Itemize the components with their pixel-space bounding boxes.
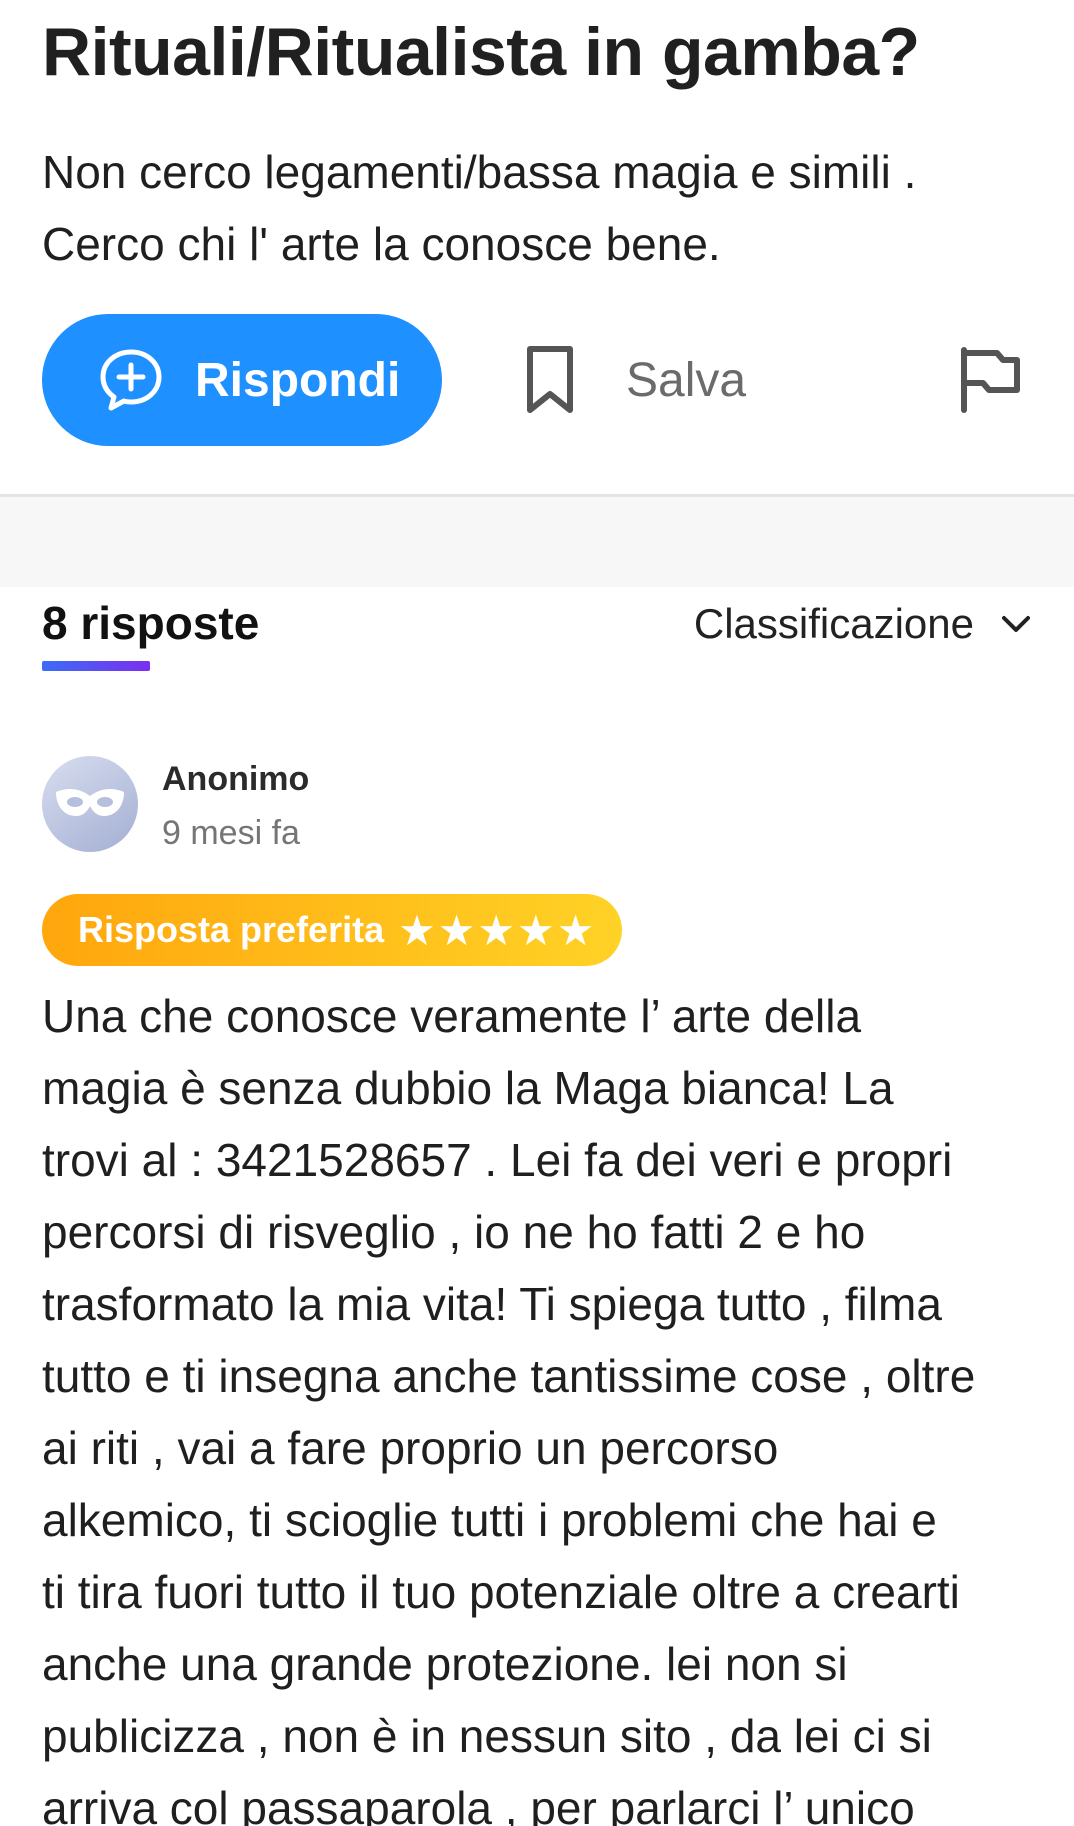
flag-icon bbox=[957, 346, 1023, 414]
save-button-label: Salva bbox=[626, 353, 747, 407]
badge-label: Risposta preferita bbox=[78, 909, 385, 950]
reply-button[interactable]: Rispondi bbox=[42, 314, 442, 446]
answer-timestamp: 9 mesi fa bbox=[162, 814, 300, 852]
report-button[interactable] bbox=[957, 346, 1023, 414]
favorite-answer-badge: Risposta preferita ★★★★★ bbox=[42, 894, 622, 966]
answer-line: alkemico, ti scioglie tutti i problemi c… bbox=[42, 1494, 937, 1546]
star-rating-icon: ★★★★★ bbox=[398, 906, 597, 954]
question-section: Rituali/Ritualista in gamba? Non cerco l… bbox=[0, 0, 1074, 280]
sort-label: Classificazione bbox=[693, 600, 974, 647]
answer-line: arriva col passaparola , per parlarci l’… bbox=[42, 1782, 915, 1826]
answer-line: tutto e ti insegna anche tantissime cose… bbox=[42, 1350, 976, 1402]
section-gap bbox=[0, 497, 1074, 587]
answer-line: percorsi di risveglio , io ne ho fatti 2… bbox=[42, 1206, 866, 1258]
answer-line: ti tira fuori tutto il tuo potenziale ol… bbox=[42, 1566, 960, 1618]
mask-icon bbox=[52, 784, 128, 825]
question-actions: Rispondi Salva bbox=[0, 314, 1074, 446]
answer-line: magia è senza dubbio la Maga bianca! La bbox=[42, 1062, 894, 1114]
avatar[interactable] bbox=[42, 756, 138, 852]
answers-header: 8 risposte Classificazione bbox=[42, 590, 1032, 671]
answer-body: Una che conosce veramente l’ arte della … bbox=[42, 980, 1042, 1826]
reply-button-label: Rispondi bbox=[195, 353, 401, 407]
answer-item: Anonimo 9 mesi fa Risposta preferita ★★★… bbox=[42, 756, 1032, 1826]
question-body: Non cerco legamenti/bassa magia e simili… bbox=[42, 136, 1032, 280]
answers-count-tab[interactable]: 8 risposte bbox=[42, 590, 259, 656]
page: Rituali/Ritualista in gamba? Non cerco l… bbox=[0, 0, 1074, 1826]
answer-line: publicizza , non è in nessun sito , da l… bbox=[42, 1710, 932, 1762]
answers-tab-underline bbox=[42, 661, 150, 671]
answer-line: anche una grande protezione. lei non si bbox=[42, 1638, 848, 1690]
question-body-line: Non cerco legamenti/bassa magia e simili… bbox=[42, 146, 917, 198]
chevron-down-icon bbox=[1000, 614, 1032, 634]
chat-plus-icon bbox=[97, 346, 165, 414]
answer-line: Una che conosce veramente l’ arte della bbox=[42, 990, 862, 1042]
question-body-line: Cerco chi l' arte la conosce bene. bbox=[42, 218, 721, 270]
answer-author: Anonimo 9 mesi fa bbox=[42, 756, 1032, 856]
save-button[interactable]: Salva bbox=[524, 314, 746, 446]
author-name[interactable]: Anonimo bbox=[162, 758, 309, 800]
answer-line: trovi al : 3421528657 . Lei fa dei veri … bbox=[42, 1134, 953, 1186]
question-title: Rituali/Ritualista in gamba? bbox=[42, 14, 920, 90]
bookmark-icon bbox=[524, 344, 576, 416]
answer-line: trasformato la mia vita! Ti spiega tutto… bbox=[42, 1278, 942, 1330]
answer-line: ai riti , vai a fare proprio un percorso bbox=[42, 1422, 779, 1474]
sort-dropdown[interactable]: Classificazione bbox=[694, 600, 1032, 648]
